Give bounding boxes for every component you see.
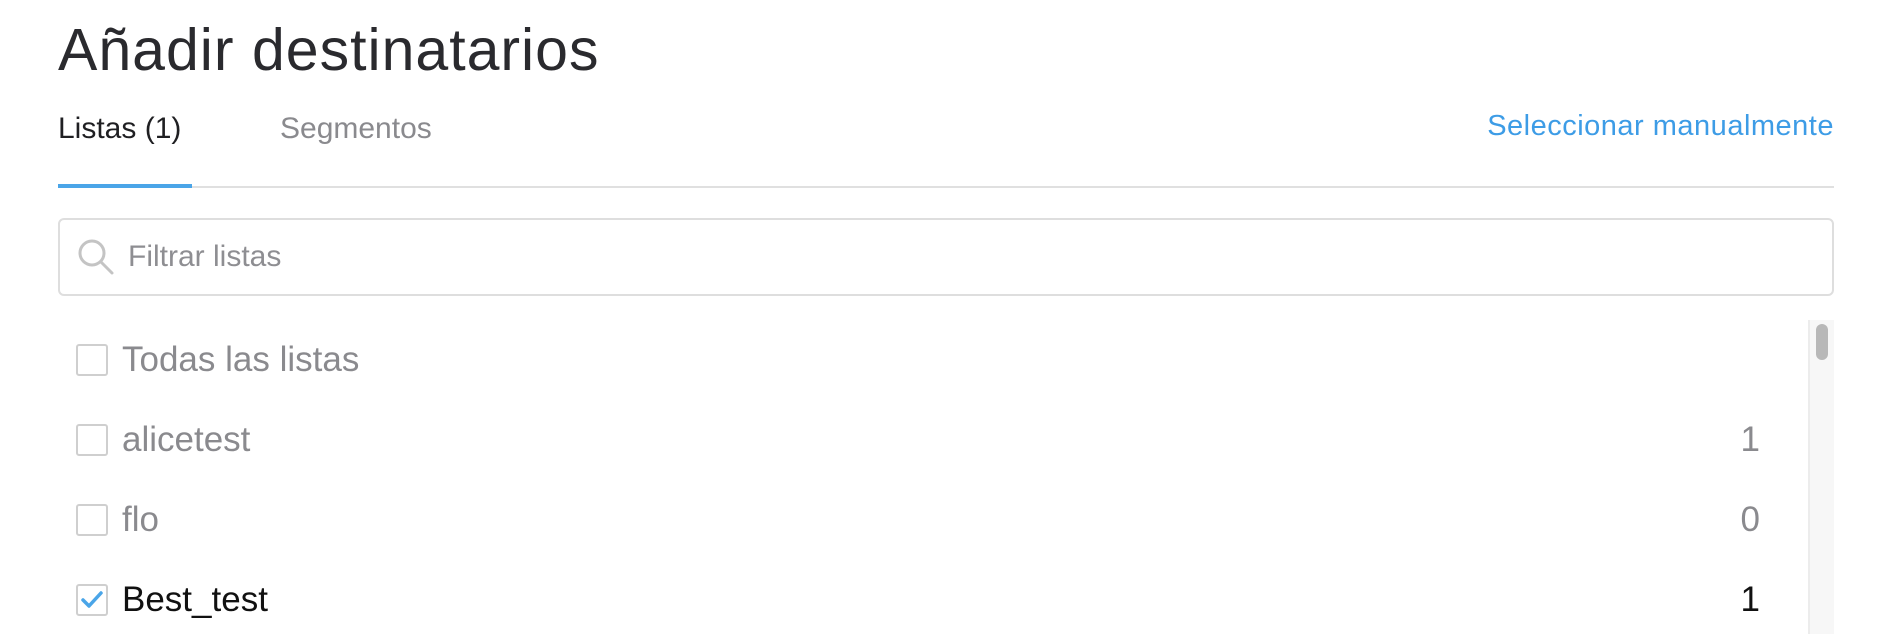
add-recipients-panel: Añadir destinatarios Listas (1) Segmento… [0,0,1886,634]
list-item-count: 1 [1740,420,1760,459]
active-tab-indicator [58,184,192,188]
checkbox-checked[interactable] [76,584,108,616]
tab-bar: Listas (1) Segmentos Seleccionar manualm… [58,106,1834,188]
list-item-label: Todas las listas [122,340,360,379]
checkbox[interactable] [76,344,108,376]
checkmark-icon [81,591,103,608]
list-item-count: 0 [1740,500,1760,539]
page-title: Añadir destinatarios [58,17,600,83]
list-item-best-test[interactable]: Best_test 1 [58,560,1834,634]
scrollbar[interactable] [1808,320,1834,634]
list-item-label: alicetest [122,420,251,459]
list-item-todas[interactable]: Todas las listas [58,320,1834,400]
list-item-flo[interactable]: flo 0 [58,480,1834,560]
list-item-count: 1 [1740,580,1760,619]
scrollbar-thumb[interactable] [1816,324,1828,360]
list-item-label: Best_test [122,580,268,619]
list-item-label: flo [122,500,159,539]
select-manually-link[interactable]: Seleccionar manualmente [1487,110,1834,143]
list-item-alicetest[interactable]: alicetest 1 [58,400,1834,480]
tab-listas[interactable]: Listas (1) [58,112,181,146]
checkbox[interactable] [76,424,108,456]
search-box [58,218,1834,296]
tab-segmentos[interactable]: Segmentos [280,112,432,146]
search-icon [78,239,114,275]
checkbox[interactable] [76,504,108,536]
lists-container: Todas las listas alicetest 1 flo 0 Best_… [58,320,1834,634]
filter-lists-input[interactable] [126,226,1832,288]
